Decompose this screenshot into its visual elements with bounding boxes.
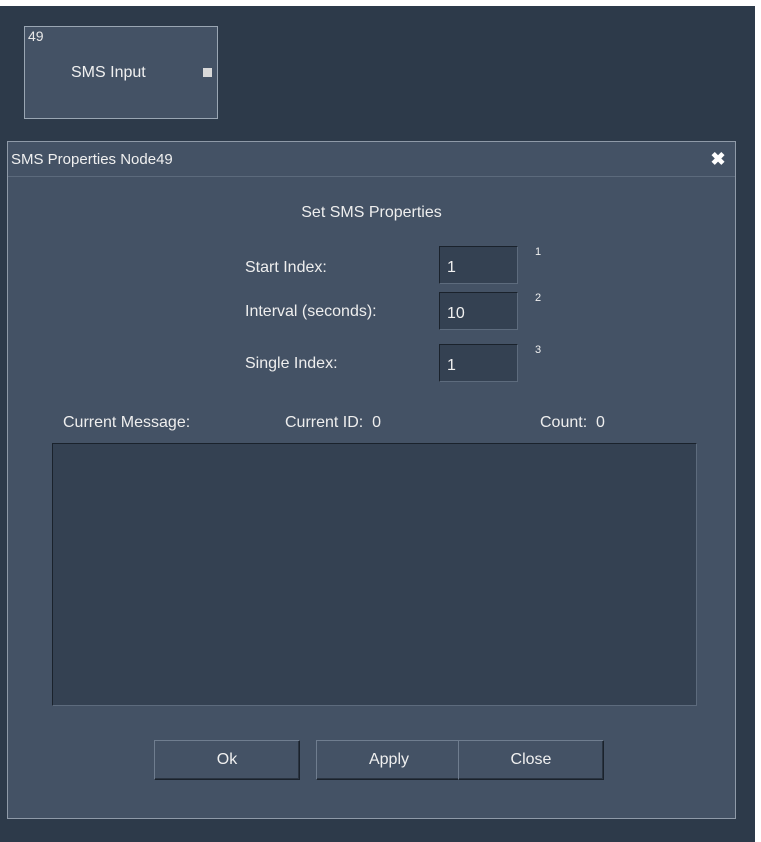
interval-label: Interval (seconds): [245, 303, 377, 320]
output-port[interactable] [203, 68, 212, 77]
close-button[interactable]: Close [458, 740, 604, 780]
current-message-textarea[interactable] [52, 443, 697, 706]
screen-border-right [755, 0, 761, 842]
current-id-label: Current ID: 0 [285, 414, 382, 431]
current-message-label: Current Message: [63, 414, 191, 431]
start-index-field[interactable]: 1 [439, 246, 518, 284]
dialog-heading: Set SMS Properties [301, 204, 442, 221]
sms-properties-dialog: SMS Properties Node49 ✖ Set SMS Properti… [7, 141, 736, 819]
screen-border-top [0, 0, 761, 6]
count-label: Count: 0 [540, 414, 605, 431]
apply-button[interactable]: Apply [316, 740, 462, 780]
single-index-label: Single Index: [245, 355, 338, 372]
dialog-title: SMS Properties Node49 [11, 151, 173, 168]
interval-field[interactable]: 10 [439, 292, 518, 330]
interval-shortcut: 2 [535, 292, 542, 304]
node-label: SMS Input [71, 64, 146, 81]
close-icon[interactable]: ✖ [709, 150, 727, 168]
start-index-shortcut: 1 [535, 246, 542, 258]
node-id: 49 [28, 28, 44, 44]
dialog-titlebar[interactable]: SMS Properties Node49 ✖ [8, 142, 735, 177]
single-index-field[interactable]: 1 [439, 344, 518, 382]
single-index-shortcut: 3 [535, 344, 542, 356]
sms-input-node[interactable]: 49 SMS Input [24, 26, 218, 119]
start-index-label: Start Index: [245, 259, 327, 276]
ok-button[interactable]: Ok [154, 740, 300, 780]
